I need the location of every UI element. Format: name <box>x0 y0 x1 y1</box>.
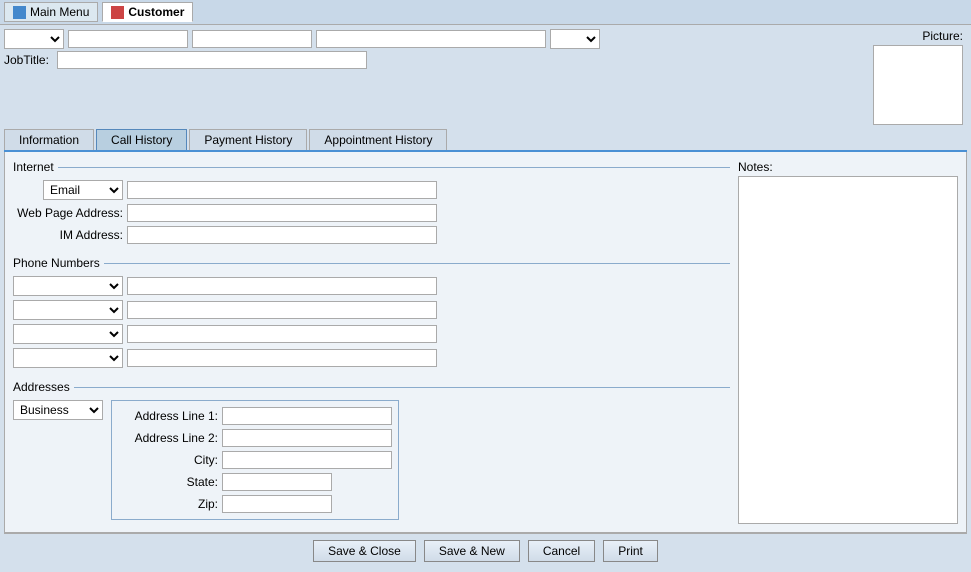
middle-name-input[interactable] <box>192 30 312 48</box>
tab-appointment-history[interactable]: Appointment History <box>309 129 447 150</box>
customer-tab[interactable]: Customer <box>102 2 193 22</box>
top-fields-row1 <box>4 29 869 49</box>
top-fields-row2: JobTitle: <box>4 51 869 69</box>
notes-section: Notes: <box>738 160 958 524</box>
suffix-dropdown[interactable] <box>550 29 600 49</box>
email-type-dropdown[interactable]: Email <box>43 180 123 200</box>
title-bar: Main Menu Customer <box>0 0 971 25</box>
save-close-button[interactable]: Save & Close <box>313 540 416 562</box>
internet-section: Internet Email Web Page Address: <box>13 160 730 248</box>
notes-label: Notes: <box>738 160 958 174</box>
first-name-input[interactable] <box>68 30 188 48</box>
print-button[interactable]: Print <box>603 540 658 562</box>
customer-icon <box>111 6 124 19</box>
phone-input-4[interactable] <box>127 349 437 367</box>
main-area: JobTitle: Picture: Information Call Hist… <box>0 25 971 572</box>
addr-zip-row: Zip: <box>118 495 392 513</box>
bottom-bar: Save & Close Save & New Cancel Print <box>4 533 967 568</box>
phone-row-2 <box>13 300 730 320</box>
picture-area: Picture: <box>873 29 963 125</box>
addr-state-input[interactable] <box>222 473 332 491</box>
addr-zip-label: Zip: <box>118 497 218 511</box>
im-label: IM Address: <box>13 228 123 242</box>
addr-city-row: City: <box>118 451 392 469</box>
addr-line2-input[interactable] <box>222 429 392 447</box>
phone-row-3 <box>13 324 730 344</box>
addr-line2-label: Address Line 2: <box>118 431 218 445</box>
tab-payment-history[interactable]: Payment History <box>189 129 307 150</box>
tab-left: Internet Email Web Page Address: <box>13 160 730 524</box>
im-input[interactable] <box>127 226 437 244</box>
addr-line1-input[interactable] <box>222 407 392 425</box>
internet-section-title: Internet <box>13 160 54 174</box>
main-menu-label: Main Menu <box>30 5 89 19</box>
phone-type-1[interactable] <box>13 276 123 296</box>
phone-input-3[interactable] <box>127 325 437 343</box>
cancel-button[interactable]: Cancel <box>528 540 595 562</box>
internet-section-line <box>58 167 730 168</box>
picture-label: Picture: <box>922 29 963 43</box>
addr-line2-row: Address Line 2: <box>118 429 392 447</box>
phone-type-4[interactable] <box>13 348 123 368</box>
webpage-input[interactable] <box>127 204 437 222</box>
email-input[interactable] <box>127 181 437 199</box>
addr-fields: Address Line 1: Address Line 2: City: <box>111 400 399 520</box>
save-new-button[interactable]: Save & New <box>424 540 520 562</box>
phone-section-title: Phone Numbers <box>13 256 100 270</box>
phone-type-2[interactable] <box>13 300 123 320</box>
last-name-input[interactable] <box>316 30 546 48</box>
addresses-section-line <box>74 387 730 388</box>
tab-information[interactable]: Information <box>4 129 94 150</box>
addresses-section: Addresses Business Home Other Address Li… <box>13 380 730 520</box>
phone-type-3[interactable] <box>13 324 123 344</box>
main-menu-icon <box>13 6 26 19</box>
phone-section-line <box>104 263 730 264</box>
phone-row-4 <box>13 348 730 368</box>
phone-input-1[interactable] <box>127 277 437 295</box>
addr-city-input[interactable] <box>222 451 392 469</box>
phone-input-2[interactable] <box>127 301 437 319</box>
jobtitle-input[interactable] <box>57 51 367 69</box>
email-row: Email <box>13 180 730 200</box>
tab-call-history[interactable]: Call History <box>96 129 187 150</box>
addr-zip-input[interactable] <box>222 495 332 513</box>
addr-city-label: City: <box>118 453 218 467</box>
addr-row: Business Home Other Address Line 1: Addr… <box>13 400 730 520</box>
webpage-label: Web Page Address: <box>13 206 123 220</box>
addr-state-row: State: <box>118 473 392 491</box>
webpage-row: Web Page Address: <box>13 204 730 222</box>
addr-state-label: State: <box>118 475 218 489</box>
top-row: JobTitle: Picture: <box>4 29 967 125</box>
phone-row-1 <box>13 276 730 296</box>
picture-box <box>873 45 963 125</box>
address-type-dropdown[interactable]: Business Home Other <box>13 400 103 420</box>
email-label-container: Email <box>13 180 123 200</box>
im-row: IM Address: <box>13 226 730 244</box>
addresses-section-title: Addresses <box>13 380 70 394</box>
top-fields: JobTitle: <box>4 29 869 69</box>
tab-content: Internet Email Web Page Address: <box>4 152 967 533</box>
customer-label: Customer <box>128 5 184 19</box>
addr-line1-label: Address Line 1: <box>118 409 218 423</box>
phone-section: Phone Numbers <box>13 256 730 372</box>
main-menu-tab[interactable]: Main Menu <box>4 2 98 22</box>
jobtitle-label: JobTitle: <box>4 53 49 67</box>
name-prefix-dropdown[interactable] <box>4 29 64 49</box>
notes-textarea[interactable] <box>738 176 958 524</box>
tabs-row: Information Call History Payment History… <box>4 129 967 152</box>
addr-line1-row: Address Line 1: <box>118 407 392 425</box>
